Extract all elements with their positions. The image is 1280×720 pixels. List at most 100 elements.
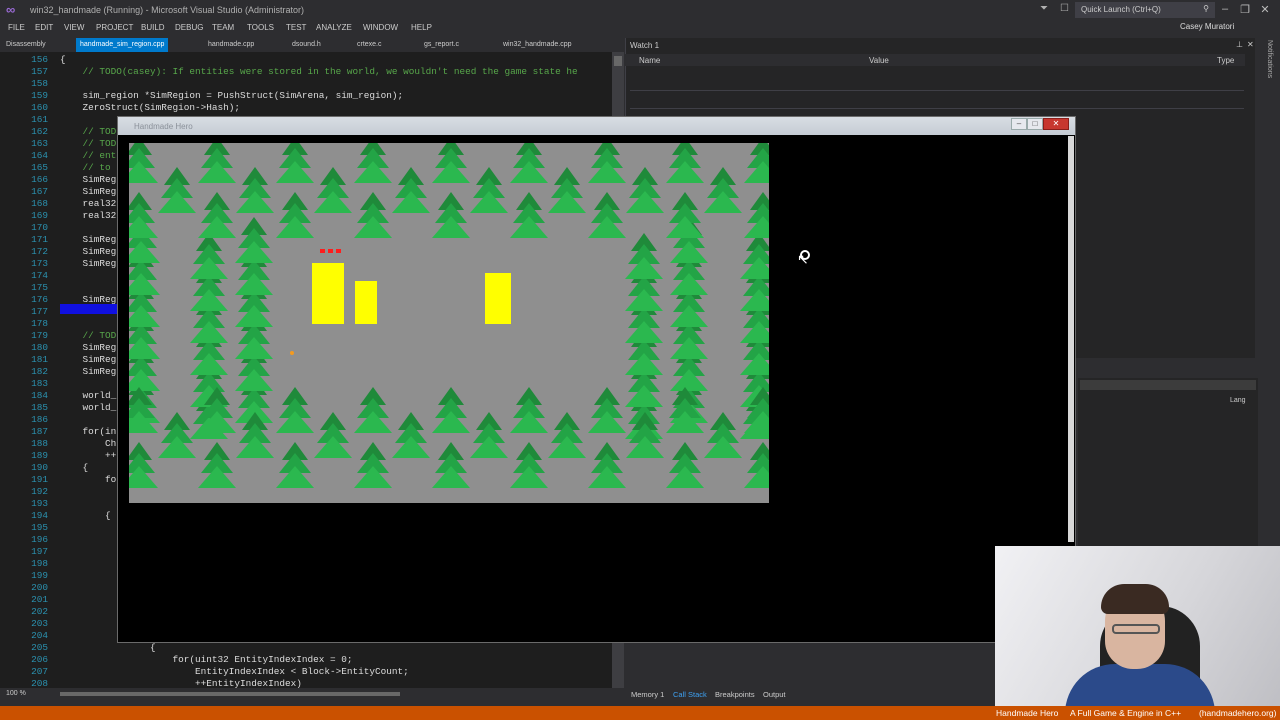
line-number: 183 [31, 378, 48, 389]
code-line[interactable]: SimReg [60, 294, 117, 305]
line-number: 182 [31, 366, 48, 377]
line-number: 190 [31, 462, 48, 473]
filter-icon[interactable]: ⏷ [1040, 3, 1048, 14]
code-line[interactable]: for(in [60, 426, 117, 437]
zoom-level[interactable]: 100 % [6, 690, 26, 697]
game-minimize-button[interactable]: – [1011, 118, 1027, 130]
menu-bar: FILE EDIT VIEW PROJECT BUILD DEBUG TEAM … [0, 20, 1280, 36]
game-close-button[interactable]: ✕ [1043, 118, 1069, 130]
menu-project[interactable]: PROJECT [96, 23, 133, 32]
line-number: 184 [31, 390, 48, 401]
busy-cursor-icon [800, 250, 810, 260]
menu-test[interactable]: TEST [286, 23, 306, 32]
code-line[interactable]: { [60, 642, 156, 653]
close-button[interactable]: ✕ [1258, 3, 1272, 16]
tab-handmade-cpp[interactable]: handmade.cpp [208, 41, 254, 48]
watch-column-headers: Name Value Type [625, 54, 1245, 66]
line-number: 205 [31, 642, 48, 653]
code-line[interactable]: real32 [60, 198, 117, 209]
menu-analyze[interactable]: ANALYZE [316, 23, 352, 32]
code-line[interactable]: { [60, 462, 89, 473]
watch-col-value[interactable]: Value [869, 56, 889, 65]
game-maximize-button[interactable]: □ [1027, 118, 1043, 130]
line-number: 207 [31, 666, 48, 677]
code-line[interactable]: sim_region *SimRegion = PushStruct(SimAr… [60, 90, 404, 101]
code-line[interactable]: SimReg [60, 258, 117, 269]
editor-scroll-thumb[interactable] [614, 56, 622, 66]
tab-crtexe-c[interactable]: crtexe.c [357, 41, 382, 48]
code-line[interactable]: // ent [60, 150, 117, 161]
tab-call-stack[interactable]: Call Stack [673, 690, 707, 699]
webcam-person-glasses [1112, 624, 1160, 634]
watch-col-name[interactable]: Name [639, 56, 660, 65]
code-line[interactable]: // TOD [60, 126, 117, 137]
code-line[interactable]: real32 [60, 210, 117, 221]
code-line[interactable]: SimReg [60, 342, 117, 353]
line-number: 167 [31, 186, 48, 197]
pin-icon[interactable]: ⊥ [1236, 40, 1243, 49]
watch-panel-title[interactable]: Watch 1 [630, 41, 659, 50]
tab-disassembly[interactable]: Disassembly [6, 41, 46, 48]
menu-debug[interactable]: DEBUG [175, 23, 203, 32]
tab-handmade-sim-region[interactable]: handmade_sim_region.cpp [76, 38, 169, 52]
code-line[interactable]: // TOD [60, 138, 117, 149]
code-line[interactable]: SimReg [60, 366, 117, 377]
tab-breakpoints[interactable]: Breakpoints [715, 690, 755, 699]
game-window-scrollbar[interactable] [1068, 136, 1074, 542]
code-line[interactable]: SimReg [60, 354, 117, 365]
menu-window[interactable]: WINDOW [363, 23, 398, 32]
code-line[interactable]: world_ [60, 390, 117, 401]
menu-view[interactable]: VIEW [64, 23, 84, 32]
code-line[interactable]: ZeroStruct(SimRegion->Hash); [60, 102, 241, 113]
menu-file[interactable]: FILE [8, 23, 25, 32]
code-line[interactable]: SimReg [60, 186, 117, 197]
menu-edit[interactable]: EDIT [35, 23, 53, 32]
menu-build[interactable]: BUILD [141, 23, 165, 32]
code-line[interactable]: { [60, 510, 111, 521]
tab-gs-report-c[interactable]: gs_report.c [424, 41, 459, 48]
code-line[interactable]: // TOD [60, 330, 117, 341]
language-column-label: Lang [1230, 397, 1246, 404]
line-number: 161 [31, 114, 48, 125]
notifications-tab[interactable]: Notifications [1266, 40, 1273, 78]
line-number: 185 [31, 402, 48, 413]
line-number: 157 [31, 66, 48, 77]
code-line[interactable]: SimReg [60, 246, 117, 257]
code-line[interactable]: ++ [60, 450, 116, 461]
code-line[interactable]: Ch [60, 438, 116, 449]
user-name[interactable]: Casey Muratori [1180, 22, 1234, 31]
code-line[interactable]: { [60, 54, 66, 65]
line-number: 178 [31, 318, 48, 329]
code-line[interactable]: for(uint32 EntityIndexIndex = 0; [60, 654, 353, 665]
tab-memory-1[interactable]: Memory 1 [631, 690, 664, 699]
line-number: 203 [31, 618, 48, 629]
code-line[interactable]: // TODO(casey): If entities were stored … [60, 66, 578, 77]
caption-right: (handmadehero.org) [1199, 708, 1277, 718]
watch-col-type[interactable]: Type [1217, 56, 1234, 65]
code-line[interactable]: SimReg [60, 234, 117, 245]
game-window-titlebar[interactable]: Handmade Hero – □ ✕ [118, 117, 1075, 135]
quick-launch-input[interactable]: Quick Launch (Ctrl+Q) ⚲ [1075, 2, 1215, 18]
menu-help[interactable]: HELP [411, 23, 432, 32]
editor-status-bar: 100 % [0, 688, 625, 700]
code-line[interactable]: SimReg [60, 174, 117, 185]
menu-tools[interactable]: TOOLS [247, 23, 274, 32]
line-number: 170 [31, 222, 48, 233]
horizontal-scroll-thumb[interactable] [60, 692, 400, 696]
line-number: 177 [31, 306, 48, 317]
feedback-icon[interactable]: ☐ [1060, 3, 1069, 14]
tab-win32-handmade[interactable]: win32_handmade.cpp [503, 41, 572, 48]
menu-team[interactable]: TEAM [212, 23, 234, 32]
line-number: 174 [31, 270, 48, 281]
tab-output[interactable]: Output [763, 690, 786, 699]
close-panel-icon[interactable]: ✕ [1247, 40, 1254, 49]
code-line[interactable]: EntityIndexIndex < Block->EntityCount; [60, 666, 409, 677]
minimize-button[interactable]: – [1218, 3, 1232, 15]
code-line[interactable]: ++EntityIndexIndex) [60, 678, 302, 688]
code-line[interactable]: world_ [60, 402, 117, 413]
code-line[interactable]: // to [60, 162, 111, 173]
tab-dsound-h[interactable]: dsound.h [292, 41, 321, 48]
line-number: 159 [31, 90, 48, 101]
restore-button[interactable]: ❐ [1238, 3, 1252, 16]
code-line[interactable]: fo [60, 474, 116, 485]
